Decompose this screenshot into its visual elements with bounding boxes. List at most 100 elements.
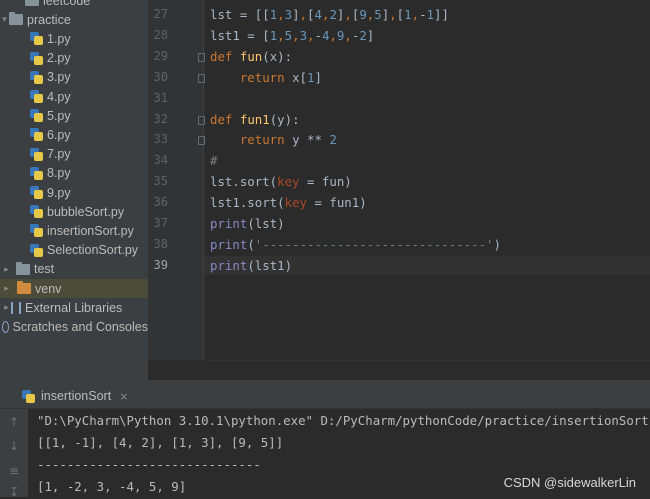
code-editor[interactable]: 27 28 29 30 31 32 33 34 35 36 37 38 39 lst = [[1,3],… xyxy=(148,0,650,381)
fold-icon[interactable] xyxy=(198,115,205,125)
soft-wrap-icon[interactable]: ≡ xyxy=(6,464,22,478)
python-file-icon xyxy=(30,70,43,84)
console-command-line: "D:\PyCharm\Python 3.10.1\python.exe" D:… xyxy=(37,413,650,428)
tree-item-label: 4.py xyxy=(47,89,71,104)
code-line[interactable]: # xyxy=(210,151,217,170)
console-output-line: [1, -2, 3, -4, 5, 9] xyxy=(37,479,187,494)
python-file-icon xyxy=(30,224,43,238)
library-icon xyxy=(11,301,21,314)
close-icon[interactable]: × xyxy=(119,390,128,403)
run-toolbar: ↑ ↓ ≡ ↧ xyxy=(0,409,29,499)
line-number: 32 xyxy=(153,111,168,126)
tree-item-label: 5.py xyxy=(47,108,71,123)
tree-item-selectionsort-py[interactable]: SelectionSort.py xyxy=(0,241,148,260)
code-line[interactable]: lst1.sort(key = fun1) xyxy=(210,193,367,212)
line-number: 35 xyxy=(153,174,168,189)
code-line[interactable]: lst = [[1,3],[4,2],[9,5],[1,-1]] xyxy=(210,5,449,24)
code-line[interactable]: return x[1] xyxy=(210,68,322,87)
line-number: 28 xyxy=(153,27,168,42)
line-number: 37 xyxy=(153,216,168,230)
tree-item-label: bubbleSort.py xyxy=(47,204,125,219)
line-number: 38 xyxy=(153,236,168,251)
chevron-down-icon[interactable]: ▾ xyxy=(0,14,9,25)
tree-item-1-py[interactable]: 1.py xyxy=(0,29,148,48)
line-number: 31 xyxy=(153,90,168,105)
code-line[interactable]: print(lst) xyxy=(210,214,285,233)
tree-item-label: insertionSort.py xyxy=(47,223,134,238)
tree-item-label: test xyxy=(34,262,55,277)
tree-item-label: Scratches and Consoles xyxy=(12,319,149,334)
tree-item-practice[interactable]: ▾ practice xyxy=(0,10,148,29)
tree-item-7-py[interactable]: 7.py xyxy=(0,145,148,164)
tree-item-9-py[interactable]: 9.py xyxy=(0,183,148,202)
code-line[interactable]: return y ** 2 xyxy=(210,130,337,149)
tree-item-label: SelectionSort.py xyxy=(47,243,139,258)
python-file-icon xyxy=(30,32,43,46)
tree-item-5-py[interactable]: 5.py xyxy=(0,106,148,125)
tree-item-label: External Libraries xyxy=(25,300,123,315)
tree-item-leetcode[interactable]: leetcode xyxy=(0,0,148,10)
python-file-icon xyxy=(30,109,43,123)
tree-item-label: 7.py xyxy=(47,147,71,162)
tree-item-label: 1.py xyxy=(47,31,71,46)
tree-item-label: 8.py xyxy=(47,166,71,181)
fold-icon[interactable] xyxy=(198,52,205,62)
code-line[interactable]: lst1 = [1,5,3,-4,9,-2] xyxy=(210,26,374,45)
tree-item-6-py[interactable]: 6.py xyxy=(0,125,148,144)
tree-item-insertionsort-py[interactable]: insertionSort.py xyxy=(0,221,148,240)
project-panel: leetcode ▾ practice 1.py 2.py 3.py 4.py 5.py 6.p… xyxy=(0,0,148,380)
fold-icon[interactable] xyxy=(198,73,205,83)
code-line[interactable]: print('------------------------------') xyxy=(210,235,501,254)
tree-item-label: venv xyxy=(35,281,62,296)
python-file-icon xyxy=(30,186,43,199)
code-line[interactable]: print(lst1) xyxy=(210,256,292,275)
tree-item-label: 9.py xyxy=(47,185,71,200)
tree-item-label: leetcode xyxy=(43,0,91,8)
run-tool-window-header: insertionSort × xyxy=(0,384,650,409)
chevron-right-icon[interactable]: ▸ xyxy=(2,283,11,294)
line-number: 30 xyxy=(153,69,168,84)
python-file-icon xyxy=(30,90,43,103)
chevron-right-icon[interactable]: ▸ xyxy=(2,264,11,275)
line-number: 34 xyxy=(153,153,168,168)
tree-item-8-py[interactable]: 8.py xyxy=(0,164,148,183)
tree-item-label: practice xyxy=(27,12,71,27)
python-file-icon xyxy=(30,205,43,219)
tree-item-label: 3.py xyxy=(47,70,71,85)
tree-item-external-libraries[interactable]: ▸ External Libraries xyxy=(0,298,148,317)
code-line[interactable]: def fun(x): xyxy=(210,47,292,66)
fold-icon[interactable] xyxy=(198,136,205,146)
folder-icon xyxy=(17,281,31,294)
tree-item-3-py[interactable]: 3.py xyxy=(0,68,148,87)
line-number: 29 xyxy=(153,48,168,63)
folder-icon xyxy=(9,12,23,26)
arrow-up-icon[interactable]: ↑ xyxy=(6,415,22,429)
chevron-right-icon[interactable]: ▸ xyxy=(2,302,11,313)
console-output-line: ------------------------------ xyxy=(37,457,261,472)
code-line[interactable]: lst.sort(key = fun) xyxy=(210,172,352,191)
console-output-line: [[1, -1], [4, 2], [1, 3], [9, 5]] xyxy=(37,435,284,450)
python-file-icon xyxy=(22,389,35,403)
tree-item-bubblesort-py[interactable]: bubbleSort.py xyxy=(0,202,148,221)
scratches-icon xyxy=(1,320,9,333)
horizontal-scrollbar[interactable] xyxy=(204,360,650,381)
python-file-icon xyxy=(30,243,43,257)
code-line[interactable]: def fun1(y): xyxy=(210,110,300,129)
folder-icon xyxy=(25,0,39,6)
tree-item-2-py[interactable]: 2.py xyxy=(0,49,148,68)
tree-item-venv[interactable]: ▸ venv xyxy=(0,279,148,298)
run-tab-title[interactable]: insertionSort xyxy=(41,389,111,403)
tree-item-scratches-and-consoles[interactable]: Scratches and Consoles xyxy=(0,317,148,336)
python-file-icon xyxy=(30,166,43,180)
line-number: 36 xyxy=(153,195,168,210)
tree-item-label: 2.py xyxy=(47,51,71,66)
tree-item-4-py[interactable]: 4.py xyxy=(0,87,148,106)
watermark: CSDN @sidewalkerLin xyxy=(503,475,636,490)
python-file-icon xyxy=(30,51,43,65)
python-file-icon xyxy=(30,147,43,161)
folder-icon xyxy=(16,261,30,275)
tree-item-label: 6.py xyxy=(47,127,71,142)
tree-item-test[interactable]: ▸ test xyxy=(0,260,148,279)
arrow-down-icon[interactable]: ↓ xyxy=(6,439,22,453)
line-number: 39 xyxy=(153,257,168,272)
